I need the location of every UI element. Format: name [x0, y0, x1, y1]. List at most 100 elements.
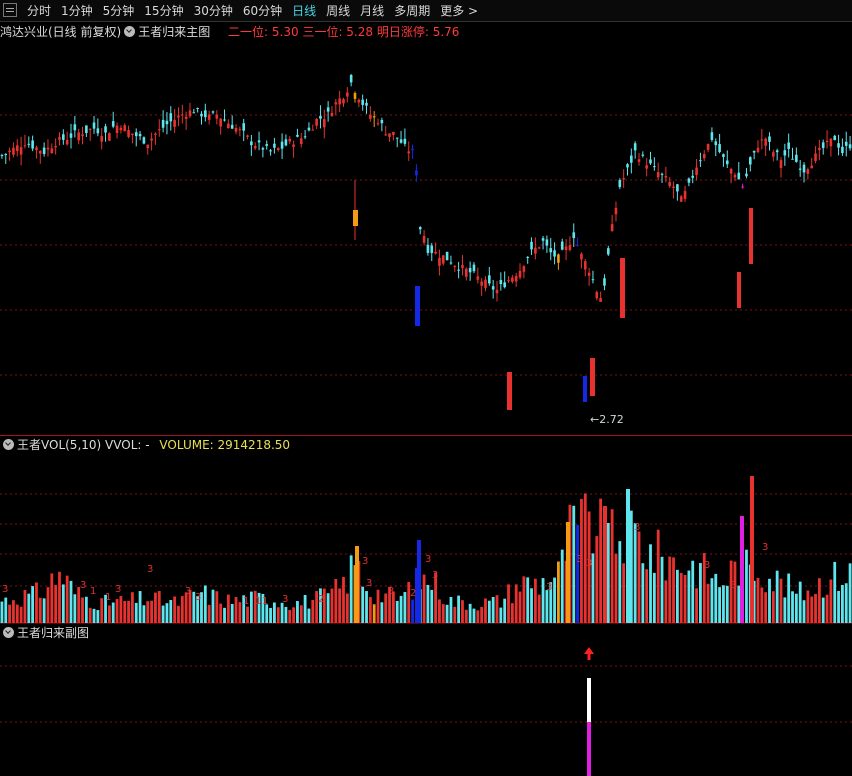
- signal-marker: 3: [546, 582, 552, 593]
- vol-indicator-name[interactable]: 王者VOL(5,10): [17, 438, 101, 452]
- candle-body: [783, 150, 787, 156]
- candle-body: [507, 280, 510, 282]
- candle-body: [641, 154, 645, 156]
- volume-bar: [269, 607, 272, 623]
- chevron-down-icon[interactable]: [124, 26, 136, 37]
- candle-body: [223, 119, 226, 121]
- candlestick-chart[interactable]: ←2.72: [0, 40, 852, 436]
- period-tab[interactable]: 1分钟: [56, 0, 98, 22]
- signal-marker: 3: [2, 584, 8, 595]
- candle-body: [261, 148, 265, 150]
- chevron-down-icon[interactable]: [3, 627, 14, 638]
- candle-body: [276, 148, 280, 151]
- candle-body: [491, 286, 495, 290]
- volume-bar: [355, 546, 359, 623]
- volume-bar: [246, 606, 249, 623]
- period-tab[interactable]: 周线: [321, 0, 355, 22]
- volume-bar: [42, 598, 46, 623]
- volume-bar: [706, 583, 710, 623]
- volume-bar: [622, 563, 626, 623]
- volume-bar: [207, 604, 211, 623]
- candle-body: [511, 277, 514, 282]
- candle-body: [729, 168, 733, 174]
- volume-bar: [92, 608, 96, 623]
- volume-bar: [273, 602, 276, 623]
- vol-panel-header: 王者VOL(5,10) VVOL: - VOLUME: 2914218.50: [0, 436, 290, 454]
- menu-icon[interactable]: [3, 3, 17, 17]
- period-tab[interactable]: 更多 >: [435, 0, 483, 22]
- candle-body: [591, 279, 595, 281]
- candle-body: [134, 132, 138, 137]
- candle-body: [146, 144, 150, 149]
- candle-body: [668, 181, 672, 187]
- volume-bar: [280, 602, 284, 623]
- volume-bar: [848, 563, 852, 623]
- candle-body: [303, 136, 307, 138]
- volume-bar: [131, 592, 134, 623]
- candle-body: [88, 128, 92, 130]
- period-toolbar: 分时 1分钟 5分钟 15分钟 30分钟 60分钟 日线 周线 月线 多周期 更多 >: [0, 0, 852, 22]
- volume-bar: [154, 592, 157, 623]
- volume-bar: [656, 529, 660, 623]
- volume-bar: [365, 591, 368, 623]
- chevron-down-icon[interactable]: [3, 439, 14, 450]
- volume-bar: [449, 596, 453, 623]
- period-tab[interactable]: 分时: [22, 0, 56, 22]
- volume-bar: [376, 589, 380, 623]
- volume-bar: [84, 596, 88, 623]
- signal-marker: 3: [388, 586, 394, 597]
- candle-body: [434, 251, 437, 254]
- candle-body: [230, 124, 234, 129]
- sub-indicator-chart[interactable]: [0, 642, 852, 776]
- candle-body: [691, 175, 695, 178]
- candle-body: [269, 150, 272, 152]
- volume-bar: [134, 602, 138, 623]
- volume-bar: [464, 609, 468, 623]
- period-tab[interactable]: 日线: [287, 0, 321, 22]
- period-tab[interactable]: 月线: [355, 0, 389, 22]
- candle-body: [568, 245, 572, 250]
- signal-marker: 3: [185, 586, 191, 597]
- candle-body: [242, 123, 246, 131]
- signal-bar-white: [587, 678, 591, 722]
- volume-bar: [841, 584, 844, 623]
- candle-body: [507, 372, 512, 410]
- volume-bar: [219, 603, 223, 623]
- candle-body: [311, 129, 315, 131]
- period-tab[interactable]: 多周期: [389, 0, 435, 22]
- candle-body: [772, 152, 775, 157]
- sub-indicator-name[interactable]: 王者归来副图: [17, 626, 89, 640]
- volume-bar: [668, 556, 672, 623]
- volume-bar: [284, 606, 288, 623]
- volume-bar: [740, 516, 744, 623]
- volume-bar: [211, 589, 215, 623]
- volume-chart[interactable]: 3 3113333 1 1 1 3 2333 2333333333: [0, 454, 852, 624]
- candle-body: [319, 115, 322, 119]
- candle-body: [173, 119, 176, 127]
- candle-body: [821, 142, 825, 149]
- volume-bar: [161, 605, 165, 623]
- candle-body: [610, 224, 614, 232]
- volume-bar: [783, 597, 787, 623]
- volume-bar: [817, 578, 821, 623]
- volume-bar: [368, 597, 372, 623]
- candle-body: [576, 244, 579, 246]
- candle-body: [749, 208, 753, 264]
- candle-body: [649, 159, 652, 164]
- candle-body: [4, 154, 8, 156]
- main-indicator-name[interactable]: 王者归来主图: [138, 25, 210, 39]
- candle-body: [123, 125, 127, 132]
- candle-body: [288, 138, 292, 142]
- volume-bar: [553, 577, 556, 623]
- candle-body: [522, 266, 526, 272]
- candle-body: [695, 167, 698, 176]
- period-tab[interactable]: 60分钟: [238, 0, 287, 22]
- volume-bar: [787, 573, 791, 623]
- candle-body: [472, 264, 476, 272]
- candle-body: [818, 147, 821, 151]
- period-tab[interactable]: 15分钟: [139, 0, 188, 22]
- period-tab[interactable]: 5分钟: [98, 0, 140, 22]
- candle-body: [449, 262, 453, 264]
- signal-marker: 3: [576, 554, 582, 565]
- period-tab[interactable]: 30分钟: [189, 0, 238, 22]
